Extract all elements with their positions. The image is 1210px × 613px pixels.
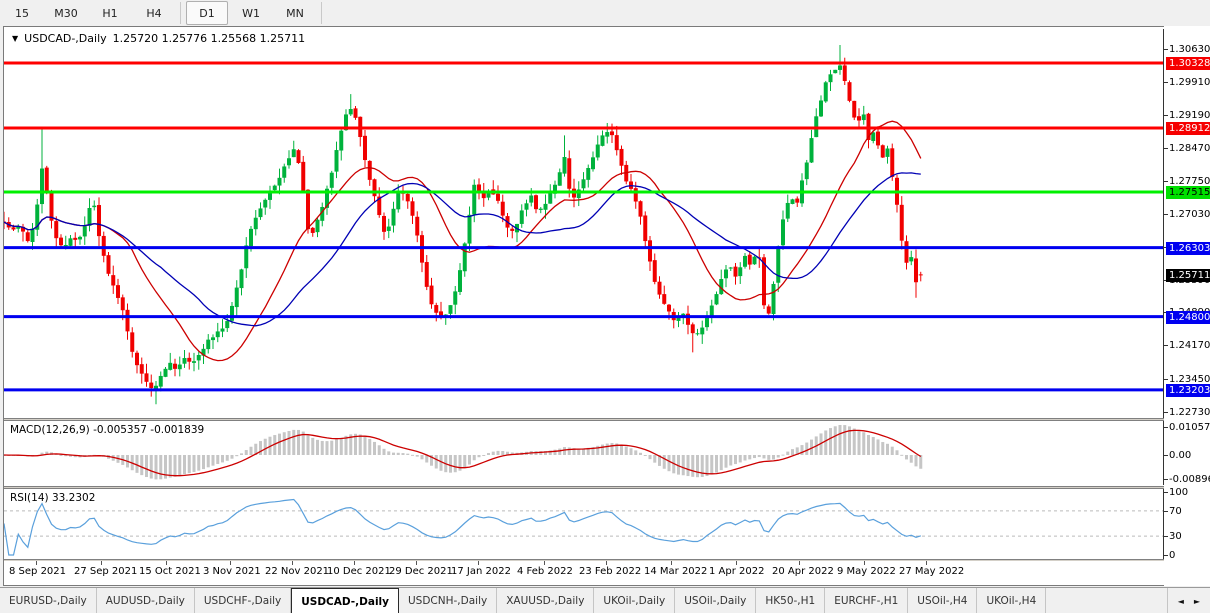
- date-tick-mark: [736, 561, 737, 565]
- level-price-badge: 1.26303: [1166, 242, 1210, 255]
- tab-xauusd[interactable]: XAUUSD-,Daily: [497, 588, 594, 613]
- tab-ukoil[interactable]: UKOil-,Daily: [594, 588, 675, 613]
- date-tick-mark: [799, 561, 800, 565]
- tab-eurchf[interactable]: EURCHF-,H1: [825, 588, 908, 613]
- rsi-panel[interactable]: [4, 489, 1164, 559]
- rsi-axis-tick: 70: [1169, 505, 1182, 518]
- level-price-badge: 1.30328: [1166, 57, 1210, 70]
- date-tick-label: 23 Feb 2022: [579, 566, 641, 577]
- tab-usoil[interactable]: USOil-,H4: [908, 588, 977, 613]
- date-tick-label: 15 Oct 2021: [139, 566, 201, 577]
- level-price-badge: 1.28912: [1166, 122, 1210, 135]
- timeframe-button-h4[interactable]: H4: [133, 1, 175, 25]
- timeframe-button-w1[interactable]: W1: [230, 1, 272, 25]
- price-tick: 1.29190: [1169, 109, 1210, 122]
- timeframe-button-m30[interactable]: M30: [45, 1, 87, 25]
- chart-title: ▼ USDCAD-,Daily 1.25720 1.25776 1.25568 …: [12, 32, 305, 45]
- level-price-badge: 1.24800: [1166, 311, 1210, 324]
- current-price-badge: 1.25711: [1166, 269, 1210, 282]
- tab-usdchf[interactable]: USDCHF-,Daily: [195, 588, 291, 613]
- date-tick-mark: [544, 561, 545, 565]
- chart-symbol-label: USDCAD-,Daily: [24, 32, 106, 45]
- rsi-axis-tick: 0: [1169, 549, 1175, 562]
- timeframe-button-mn[interactable]: MN: [274, 1, 316, 25]
- tab-scroll-left-icon[interactable]: ◄: [1178, 597, 1184, 606]
- date-tick-mark: [478, 561, 479, 565]
- timeframe-button-d1[interactable]: D1: [186, 1, 228, 25]
- date-tick-mark: [864, 561, 865, 565]
- rsi-axis-tick: 30: [1169, 530, 1182, 543]
- date-tick-mark: [292, 561, 293, 565]
- date-tick-label: 9 May 2022: [837, 566, 896, 577]
- level-price-badge: 1.27515: [1166, 186, 1210, 199]
- date-tick-label: 1 Apr 2022: [709, 566, 764, 577]
- tab-usdcnh[interactable]: USDCNH-,Daily: [399, 588, 497, 613]
- macd-axis-tick: 0.00: [1169, 449, 1191, 462]
- tab-hk50[interactable]: HK50-,H1: [756, 588, 825, 613]
- timeframe-button-h1[interactable]: H1: [89, 1, 131, 25]
- rsi-axis-tick: 100: [1169, 486, 1188, 499]
- symbol-tabbar: EURUSD-,DailyAUDUSD-,DailyUSDCHF-,DailyU…: [0, 587, 1210, 613]
- price-axis: 1.306301.299101.291901.284701.277501.270…: [1164, 26, 1210, 586]
- date-tick-mark: [36, 561, 37, 565]
- date-tick-label: 3 Nov 2021: [203, 566, 261, 577]
- price-tick: 1.29910: [1169, 76, 1210, 89]
- level-price-badge: 1.23203: [1166, 384, 1210, 397]
- date-tick-mark: [926, 561, 927, 565]
- price-tick: 1.30630: [1169, 43, 1210, 56]
- price-tick: 1.28470: [1169, 142, 1210, 155]
- date-tick-mark: [416, 561, 417, 565]
- tab-eurusd[interactable]: EURUSD-,Daily: [0, 588, 97, 613]
- price-tick: 1.24170: [1169, 339, 1210, 352]
- date-tick-label: 8 Sep 2021: [9, 566, 66, 577]
- date-tick-label: 20 Apr 2022: [772, 566, 834, 577]
- tab-usdcad[interactable]: USDCAD-,Daily: [291, 588, 399, 613]
- tab-ukoil[interactable]: UKOil-,H4: [977, 588, 1046, 613]
- date-tick-label: 17 Jan 2022: [451, 566, 511, 577]
- price-tick: 1.27030: [1169, 208, 1210, 221]
- date-tick-label: 27 May 2022: [899, 566, 964, 577]
- main-chart[interactable]: [4, 29, 1164, 418]
- rsi-label: RSI(14) 33.2302: [10, 492, 95, 504]
- date-axis: 8 Sep 2021 27 Sep 202115 Oct 20213 Nov 20…: [4, 561, 1164, 584]
- price-tick: 1.22730: [1169, 406, 1210, 419]
- toolbar-separator: [180, 2, 181, 24]
- chevron-down-icon[interactable]: ▼: [12, 34, 18, 43]
- date-tick-mark: [230, 561, 231, 565]
- date-tick-label: 10 Dec 2021: [327, 566, 391, 577]
- toolbar-separator: [321, 2, 322, 24]
- chart-ohlc-values: 1.25720 1.25776 1.25568 1.25711: [113, 32, 305, 45]
- trading-app: 15M30H1H4 D1W1MN ▼ USDCAD-,Daily 1.25720 …: [0, 0, 1210, 613]
- macd-axis-tick: 0.010578: [1169, 421, 1210, 434]
- date-tick-label: 27 Sep 2021: [74, 566, 137, 577]
- macd-axis-tick: -0.00896: [1169, 473, 1210, 486]
- date-tick-label: 14 Mar 2022: [644, 566, 707, 577]
- date-tick-mark: [354, 561, 355, 565]
- tab-usoil[interactable]: USOil-,Daily: [675, 588, 756, 613]
- date-tick-mark: [671, 561, 672, 565]
- date-tick-label: 4 Feb 2022: [517, 566, 573, 577]
- tab-scroll-right-icon[interactable]: ►: [1194, 597, 1200, 606]
- date-tick-mark: [101, 561, 102, 565]
- date-tick-label: 29 Dec 2021: [389, 566, 453, 577]
- timeframe-button-15[interactable]: 15: [1, 1, 43, 25]
- date-tick-mark: [606, 561, 607, 565]
- macd-label: MACD(12,26,9) -0.005357 -0.001839: [10, 424, 204, 436]
- tab-scroll-controls: ◄►: [1167, 588, 1210, 613]
- date-tick-label: 22 Nov 2021: [265, 566, 329, 577]
- tab-audusd[interactable]: AUDUSD-,Daily: [97, 588, 195, 613]
- timeframe-toolbar: 15M30H1H4 D1W1MN: [0, 0, 1210, 26]
- date-tick-mark: [166, 561, 167, 565]
